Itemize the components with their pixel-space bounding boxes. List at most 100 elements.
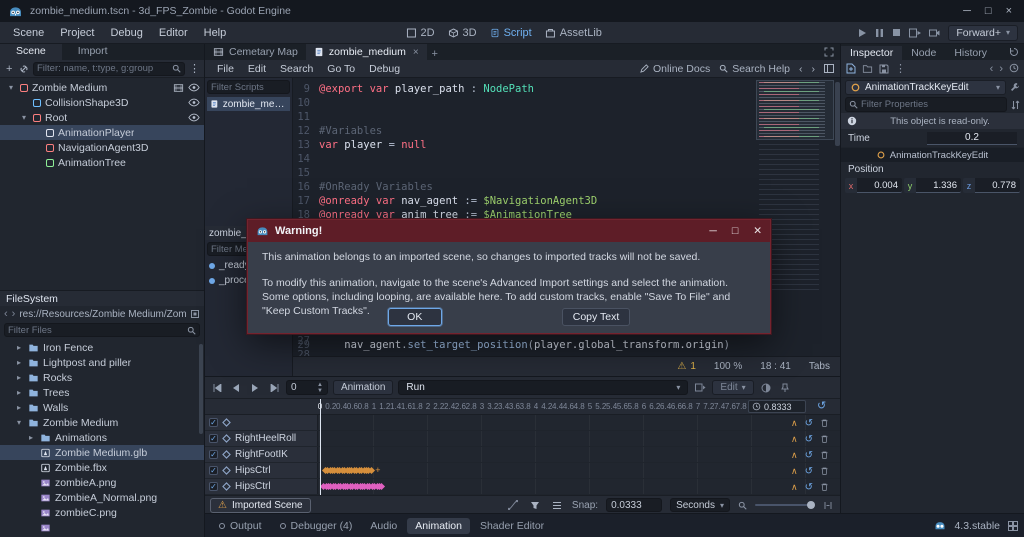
animation-name-dropdown[interactable]: Run ▾ xyxy=(398,380,689,395)
fs-item-zombiec-png[interactable]: zombieC.png xyxy=(0,505,204,520)
fs-item-trees[interactable]: ▸ Trees xyxy=(0,385,204,400)
maximize-button[interactable]: □ xyxy=(985,5,992,17)
fs-item-zombie-medium-glb[interactable]: Zombie Medium.glb xyxy=(0,445,204,460)
tree-expand-arrow[interactable]: ▾ xyxy=(14,418,24,427)
bottom-tab-animation[interactable]: Animation xyxy=(407,517,470,534)
fs-item-zombie-medium[interactable]: ▾ Zombie Medium xyxy=(0,415,204,430)
track-loop-icon[interactable]: ↺ xyxy=(805,418,813,429)
time-value-field[interactable]: 0.2 xyxy=(927,131,1017,145)
fs-item-item[interactable] xyxy=(0,520,204,535)
inspector-back-icon[interactable]: ‹ xyxy=(990,63,994,75)
animation-menu-button[interactable]: Animation xyxy=(332,380,394,395)
close-button[interactable]: × xyxy=(1006,5,1012,17)
track-enabled-checkbox[interactable]: ✓ xyxy=(209,418,218,427)
close-tab-icon[interactable]: × xyxy=(413,47,419,58)
load-resource-icon[interactable] xyxy=(862,64,873,74)
scene-node-navigationagent3d[interactable]: NavigationAgent3D xyxy=(0,140,204,155)
track-delete-icon[interactable] xyxy=(820,466,829,476)
inspector-tab-history[interactable]: History xyxy=(945,46,996,60)
vector-x-field[interactable]: x 0.004 xyxy=(845,178,902,193)
add-key-icon[interactable]: + xyxy=(375,465,380,475)
animation-time-spinner[interactable]: ▲▼ xyxy=(286,380,328,395)
dialog-close-button[interactable]: ✕ xyxy=(753,225,762,237)
timeline-ruler[interactable]: 0.8333 ↺ 00.20.40.60.811.21.41.61.822.22… xyxy=(205,399,840,415)
files-filter-input[interactable] xyxy=(8,324,184,336)
track-update-mode-icon[interactable]: ∧ xyxy=(791,418,798,429)
object-tools-icon[interactable] xyxy=(1010,82,1020,92)
properties-filter-input[interactable] xyxy=(861,99,1003,110)
back-icon[interactable]: ‹ xyxy=(4,308,8,320)
bottom-tab-debugger-4[interactable]: Debugger (4) xyxy=(272,518,361,534)
scene-node-animationtree[interactable]: AnimationTree xyxy=(0,155,204,170)
inspector-tab-inspector[interactable]: Inspector xyxy=(841,46,903,60)
anim-track-hipsctrl[interactable]: ✓ HipsCtrl + ∧ ↺ xyxy=(205,463,840,479)
tree-expand-arrow[interactable]: ▸ xyxy=(14,373,24,382)
imported-scene-button[interactable]: ⚠ Imported Scene xyxy=(210,497,311,513)
scene-node-root[interactable]: ▾ Root xyxy=(0,110,204,125)
track-update-mode-icon[interactable]: ∧ xyxy=(791,434,798,445)
play-scene-button[interactable] xyxy=(909,28,922,38)
menu-debug[interactable]: Debug xyxy=(103,25,149,41)
bottom-tab-audio[interactable]: Audio xyxy=(362,518,405,534)
track-update-mode-icon[interactable]: ∧ xyxy=(791,466,798,477)
menu-editor[interactable]: Editor xyxy=(152,25,195,41)
scene-node-collisionshape3d[interactable]: CollisionShape3D xyxy=(0,95,204,110)
scene-node-animationplayer[interactable]: AnimationPlayer xyxy=(0,125,204,140)
play-button[interactable] xyxy=(857,28,867,38)
timeline-zoom-slider[interactable] xyxy=(755,501,815,509)
track-update-mode-icon[interactable]: ∧ xyxy=(791,450,798,461)
pin-panel-icon[interactable] xyxy=(778,381,792,395)
inspector-history-icon[interactable] xyxy=(1009,47,1019,57)
track-loop-icon[interactable]: ↺ xyxy=(805,466,813,477)
snap-value-input[interactable] xyxy=(606,498,663,512)
history-back-icon[interactable]: ‹ xyxy=(799,63,803,75)
workspace-script[interactable]: Script xyxy=(491,27,532,39)
anim-track-item[interactable]: ✓ ∧ ↺ xyxy=(205,415,840,431)
track-enabled-checkbox[interactable]: ✓ xyxy=(209,466,218,475)
pause-button[interactable] xyxy=(875,28,884,38)
save-resource-icon[interactable] xyxy=(879,64,889,74)
menu-scene[interactable]: Scene xyxy=(6,25,51,41)
track-delete-icon[interactable] xyxy=(820,450,829,460)
bottom-tab-output[interactable]: Output xyxy=(211,518,270,534)
scene-tab-cemetary-map[interactable]: Cemetary Map xyxy=(205,44,306,60)
property-sort-icon[interactable] xyxy=(1011,100,1020,110)
skip-to-start-icon[interactable] xyxy=(210,381,224,395)
tree-expand-arrow[interactable]: ▸ xyxy=(14,388,24,397)
dialog-titlebar[interactable]: Warning! ─ □ ✕ xyxy=(248,220,770,242)
scene-menu-kebab-icon[interactable]: ⋮ xyxy=(189,62,200,76)
new-resource-icon[interactable] xyxy=(846,63,856,74)
inspector-section-header[interactable]: AnimationTrackKeyEdit xyxy=(841,148,1024,162)
time-spinner-input[interactable] xyxy=(291,382,313,393)
snap-unit-dropdown[interactable]: Seconds ▾ xyxy=(670,498,730,512)
dock-tab-scene[interactable]: Scene xyxy=(0,44,62,60)
vector-y-field[interactable]: y 1.336 xyxy=(904,178,961,193)
tree-expand-arrow[interactable]: ▸ xyxy=(14,358,24,367)
stop-button[interactable] xyxy=(892,28,901,37)
scene-instance-icon[interactable] xyxy=(213,47,224,57)
warnings-counter[interactable]: ⚠ 1 xyxy=(677,361,696,372)
zoom-level[interactable]: 100 % xyxy=(714,361,742,372)
script-menu-search[interactable]: Search xyxy=(274,62,319,76)
timeline-playhead[interactable] xyxy=(320,399,321,495)
script-menu-edit[interactable]: Edit xyxy=(242,62,272,76)
new-tab-button[interactable]: + xyxy=(427,48,443,60)
menu-project[interactable]: Project xyxy=(53,25,101,41)
edit-button[interactable]: Edit ▾ xyxy=(712,380,754,395)
visibility-eye-icon[interactable] xyxy=(188,113,200,122)
tree-expand-arrow[interactable]: ▾ xyxy=(19,113,29,122)
copy-text-button[interactable]: Copy Text xyxy=(561,308,631,326)
filter-tracks-icon[interactable] xyxy=(528,498,542,512)
scene-filter-input[interactable] xyxy=(37,63,169,74)
fs-item-zombiea-normal-png[interactable]: ZombieA_Normal.png xyxy=(0,490,204,505)
play-backwards-icon[interactable] xyxy=(229,381,243,395)
history-forward-icon[interactable]: › xyxy=(812,63,816,75)
fs-item-lightpost-and-piller[interactable]: ▸ Lightpost and piller xyxy=(0,355,204,370)
distraction-free-icon[interactable] xyxy=(824,47,834,57)
dialog-maximize-button[interactable]: □ xyxy=(732,225,738,237)
tree-expand-arrow[interactable]: ▸ xyxy=(14,343,24,352)
expand-bottom-panel-icon[interactable] xyxy=(1008,520,1018,531)
online-docs-button[interactable]: Online Docs xyxy=(640,63,710,75)
tree-expand-arrow[interactable]: ▸ xyxy=(26,433,36,442)
fit-timeline-icon[interactable] xyxy=(821,498,835,512)
